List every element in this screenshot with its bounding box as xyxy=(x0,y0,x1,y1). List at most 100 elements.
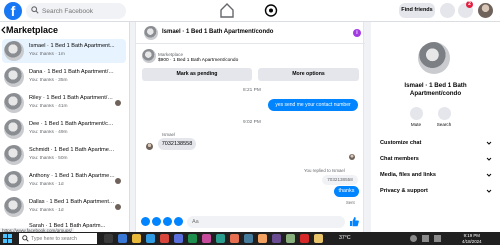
section-label: Media, files and links xyxy=(380,172,436,178)
app-icon[interactable] xyxy=(216,234,225,243)
task-view-icon[interactable] xyxy=(104,234,113,243)
more-options-button[interactable]: More options xyxy=(258,68,359,81)
app-icon[interactable] xyxy=(188,234,197,243)
outgoing-message[interactable]: thanks xyxy=(334,186,359,197)
menu-grid-icon[interactable] xyxy=(440,3,455,18)
file-explorer-icon[interactable] xyxy=(132,234,141,243)
mute-label: Mute xyxy=(410,122,422,127)
customize-chat-row[interactable]: Customize chat xyxy=(380,137,494,149)
profile-avatar[interactable] xyxy=(478,3,493,18)
conversation-title: Anthony · 1 Bed 1 Bath Apartment... xyxy=(29,173,115,179)
listing-thumbnail xyxy=(4,93,24,113)
edge-icon[interactable] xyxy=(146,234,155,243)
listing-thumbnail xyxy=(4,171,24,191)
reply-indicator: You replied to Ismael xyxy=(304,168,345,173)
search-input[interactable] xyxy=(42,3,124,19)
conversation-preview: You: thanks · 1d xyxy=(29,208,64,213)
page-title: Marketplace xyxy=(6,25,59,35)
chevron-down-icon xyxy=(486,157,492,161)
conversation-title: Schmidt · 1 Bed 1 Bath Apartment... xyxy=(29,147,115,153)
search-icon xyxy=(31,6,39,14)
top-navigation-bar: f Find friends 2 xyxy=(0,0,500,22)
app-icon[interactable] xyxy=(314,234,323,243)
conversation-item[interactable]: Anthony · 1 Bed 1 Bath Apartment... You:… xyxy=(2,169,126,193)
conversation-item[interactable]: Schmidt · 1 Bed 1 Bath Apartment... You:… xyxy=(2,143,126,167)
windows-start-icon[interactable] xyxy=(3,234,12,243)
message-composer xyxy=(136,212,365,232)
listing-avatar[interactable] xyxy=(418,42,450,74)
conversation-preview: You: thanks · 35m xyxy=(29,78,68,83)
listing-thumbnail xyxy=(4,67,24,87)
system-clock[interactable]: 9:19 PM 4/18/2024 xyxy=(462,233,482,244)
sticker-icon[interactable] xyxy=(163,217,172,226)
clock-date: 4/18/2024 xyxy=(462,238,482,244)
windows-taskbar: 37°C 9:19 PM 4/18/2024 xyxy=(0,232,500,245)
chevron-down-icon xyxy=(486,173,492,177)
sent-status: Sent xyxy=(346,200,355,205)
home-icon[interactable] xyxy=(218,2,236,19)
facebook-logo[interactable]: f xyxy=(4,2,22,20)
mail-icon[interactable] xyxy=(118,234,127,243)
taskbar-search[interactable] xyxy=(19,233,97,244)
weather-widget[interactable]: 37°C xyxy=(339,235,351,241)
timestamp: 9:02 PM xyxy=(243,120,261,125)
listing-thumbnail xyxy=(4,119,24,139)
search-icon xyxy=(22,235,29,242)
listing-thumbnail xyxy=(4,145,24,165)
search-box[interactable] xyxy=(26,3,126,19)
chat-listing-thumbnail[interactable] xyxy=(144,26,158,40)
media-files-links-row[interactable]: Media, files and links xyxy=(380,169,494,181)
info-icon[interactable]: i xyxy=(353,29,361,37)
seen-avatar xyxy=(115,178,121,184)
app-icon[interactable] xyxy=(174,234,183,243)
app-icon[interactable] xyxy=(258,234,267,243)
conversation-item[interactable]: Ismael · 1 Bed 1 Bath Apartment... You: … xyxy=(2,39,126,63)
chrome-icon[interactable] xyxy=(160,234,169,243)
incoming-message[interactable]: 7032138558 xyxy=(158,138,196,150)
sender-avatar[interactable] xyxy=(146,143,153,150)
privacy-support-row[interactable]: Privacy & support xyxy=(380,185,494,197)
find-friends-button[interactable]: Find friends xyxy=(399,3,435,18)
outgoing-message[interactable]: yes send me your contact number xyxy=(268,99,358,111)
bell-icon xyxy=(409,107,423,120)
timestamp: 8:21 PM xyxy=(243,88,261,93)
conversation-preview: You: thanks · 41m xyxy=(29,104,68,109)
gif-icon[interactable] xyxy=(174,217,183,226)
app-icon[interactable] xyxy=(202,234,211,243)
app-icon[interactable] xyxy=(244,234,253,243)
app-icon[interactable] xyxy=(300,234,309,243)
message-input[interactable] xyxy=(187,216,345,228)
marketplace-inbox: Marketplace Ismael · 1 Bed 1 Bath Apartm… xyxy=(0,22,130,232)
conversation-item[interactable]: Dana · 1 Bed 1 Bath Apartment/co... You:… xyxy=(2,65,126,89)
app-icon[interactable] xyxy=(230,234,239,243)
search-icon xyxy=(437,107,451,120)
app-icon[interactable] xyxy=(286,234,295,243)
taskbar-search-input[interactable] xyxy=(31,233,95,244)
conversation-preview: You: thanks · 1d xyxy=(29,182,64,187)
chat-details-title: Ismael · 1 Bed 1 Bath Apartment/condo xyxy=(404,82,467,97)
conversation-preview: You: thanks · 49m xyxy=(29,130,68,135)
quoted-message[interactable]: 7032138558 xyxy=(322,175,358,185)
thumbs-up-icon[interactable] xyxy=(349,216,359,227)
chat-members-row[interactable]: Chat members xyxy=(380,153,494,165)
listing-thumbnail xyxy=(4,41,24,61)
search-conversation-button[interactable]: Search xyxy=(433,107,455,127)
groups-icon[interactable] xyxy=(262,2,280,19)
listing-price-title[interactable]: $900 · 1 Bed 1 Bath Apartment/condo xyxy=(158,58,238,63)
image-icon[interactable] xyxy=(152,217,161,226)
plus-icon[interactable] xyxy=(141,217,150,226)
conversation-item[interactable]: Dee · 1 Bed 1 Bath Apartment/condo You: … xyxy=(2,117,126,141)
section-label: Chat members xyxy=(380,156,419,162)
volume-icon[interactable] xyxy=(422,235,429,242)
chat-title[interactable]: Ismael · 1 Bed 1 Bath Apartment/condo xyxy=(162,29,273,35)
app-icon[interactable] xyxy=(272,234,281,243)
listing-thumbnail[interactable] xyxy=(142,49,156,63)
network-icon[interactable] xyxy=(410,235,417,242)
conversation-item[interactable]: Riley · 1 Bed 1 Bath Apartment/co... You… xyxy=(2,91,126,115)
mute-button[interactable]: Mute xyxy=(405,107,427,127)
seen-avatar xyxy=(349,154,355,160)
battery-icon[interactable] xyxy=(434,235,441,242)
notification-badge: 2 xyxy=(466,1,473,8)
mark-as-pending-button[interactable]: Mark as pending xyxy=(142,68,252,81)
conversation-item[interactable]: Dallas · 1 Bed 1 Bath Apartment/c... You… xyxy=(2,195,126,219)
